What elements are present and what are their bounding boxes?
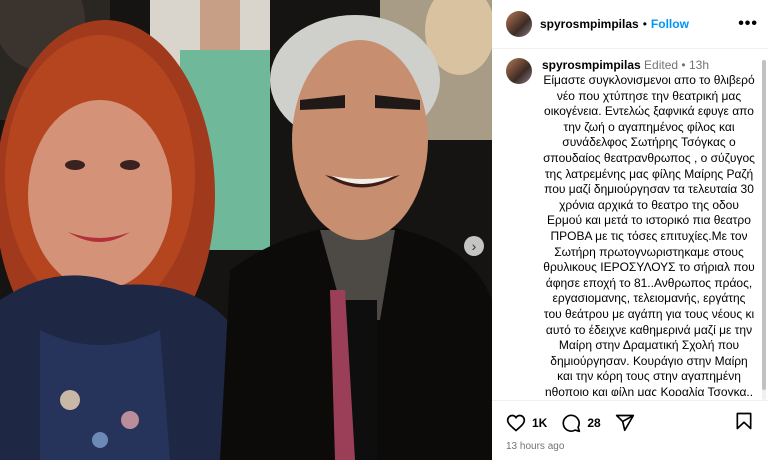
heart-icon [506,414,526,432]
separator-dot: • [681,58,689,72]
follow-button[interactable]: Follow [651,17,689,31]
comment-count[interactable]: 28 [587,416,600,430]
caption-avatar[interactable] [506,58,532,84]
caption: spyrosmpimpilas Edited • 13h Είμαστε συγ… [506,58,760,396]
caption-text: Είμαστε συγκλονισμενοι απο το θλιβερό νέ… [543,73,755,396]
scrollbar-thumb[interactable] [762,60,766,390]
bookmark-icon [736,412,752,429]
header-username[interactable]: spyrosmpimpilas [540,17,639,31]
more-icon[interactable]: ••• [738,15,758,33]
post-timestamp[interactable]: 13 hours ago [492,441,768,452]
action-row: 1K 28 [492,407,768,439]
avatar[interactable] [506,11,532,37]
caption-edited-label: Edited [644,58,679,72]
caption-body: spyrosmpimpilas Edited • 13h Είμαστε συγ… [542,58,756,396]
caption-time: 13h [688,58,709,72]
like-button[interactable]: 1K [506,413,547,433]
separator-dot: • [642,17,647,31]
share-icon [615,414,634,432]
chevron-right-icon: › [471,238,477,254]
like-count[interactable]: 1K [532,416,547,430]
caption-meta: spyrosmpimpilas Edited • 13h [542,58,756,73]
comment-icon [562,414,581,433]
caption-username[interactable]: spyrosmpimpilas [542,58,641,72]
post-header: spyrosmpimpilas • Follow ••• [492,0,768,49]
post-side-panel: spyrosmpimpilas • Follow ••• spyrosmpimp… [492,0,768,460]
bookmark-button[interactable] [734,411,754,436]
post-actions: 1K 28 13 hours ago [492,400,768,460]
comment-button[interactable]: 28 [561,413,601,433]
photo-image [0,0,492,460]
share-button[interactable] [615,413,635,433]
post-photo[interactable]: › [0,0,492,460]
carousel-next-button[interactable]: › [464,236,484,256]
caption-scrollbar[interactable] [762,60,766,400]
